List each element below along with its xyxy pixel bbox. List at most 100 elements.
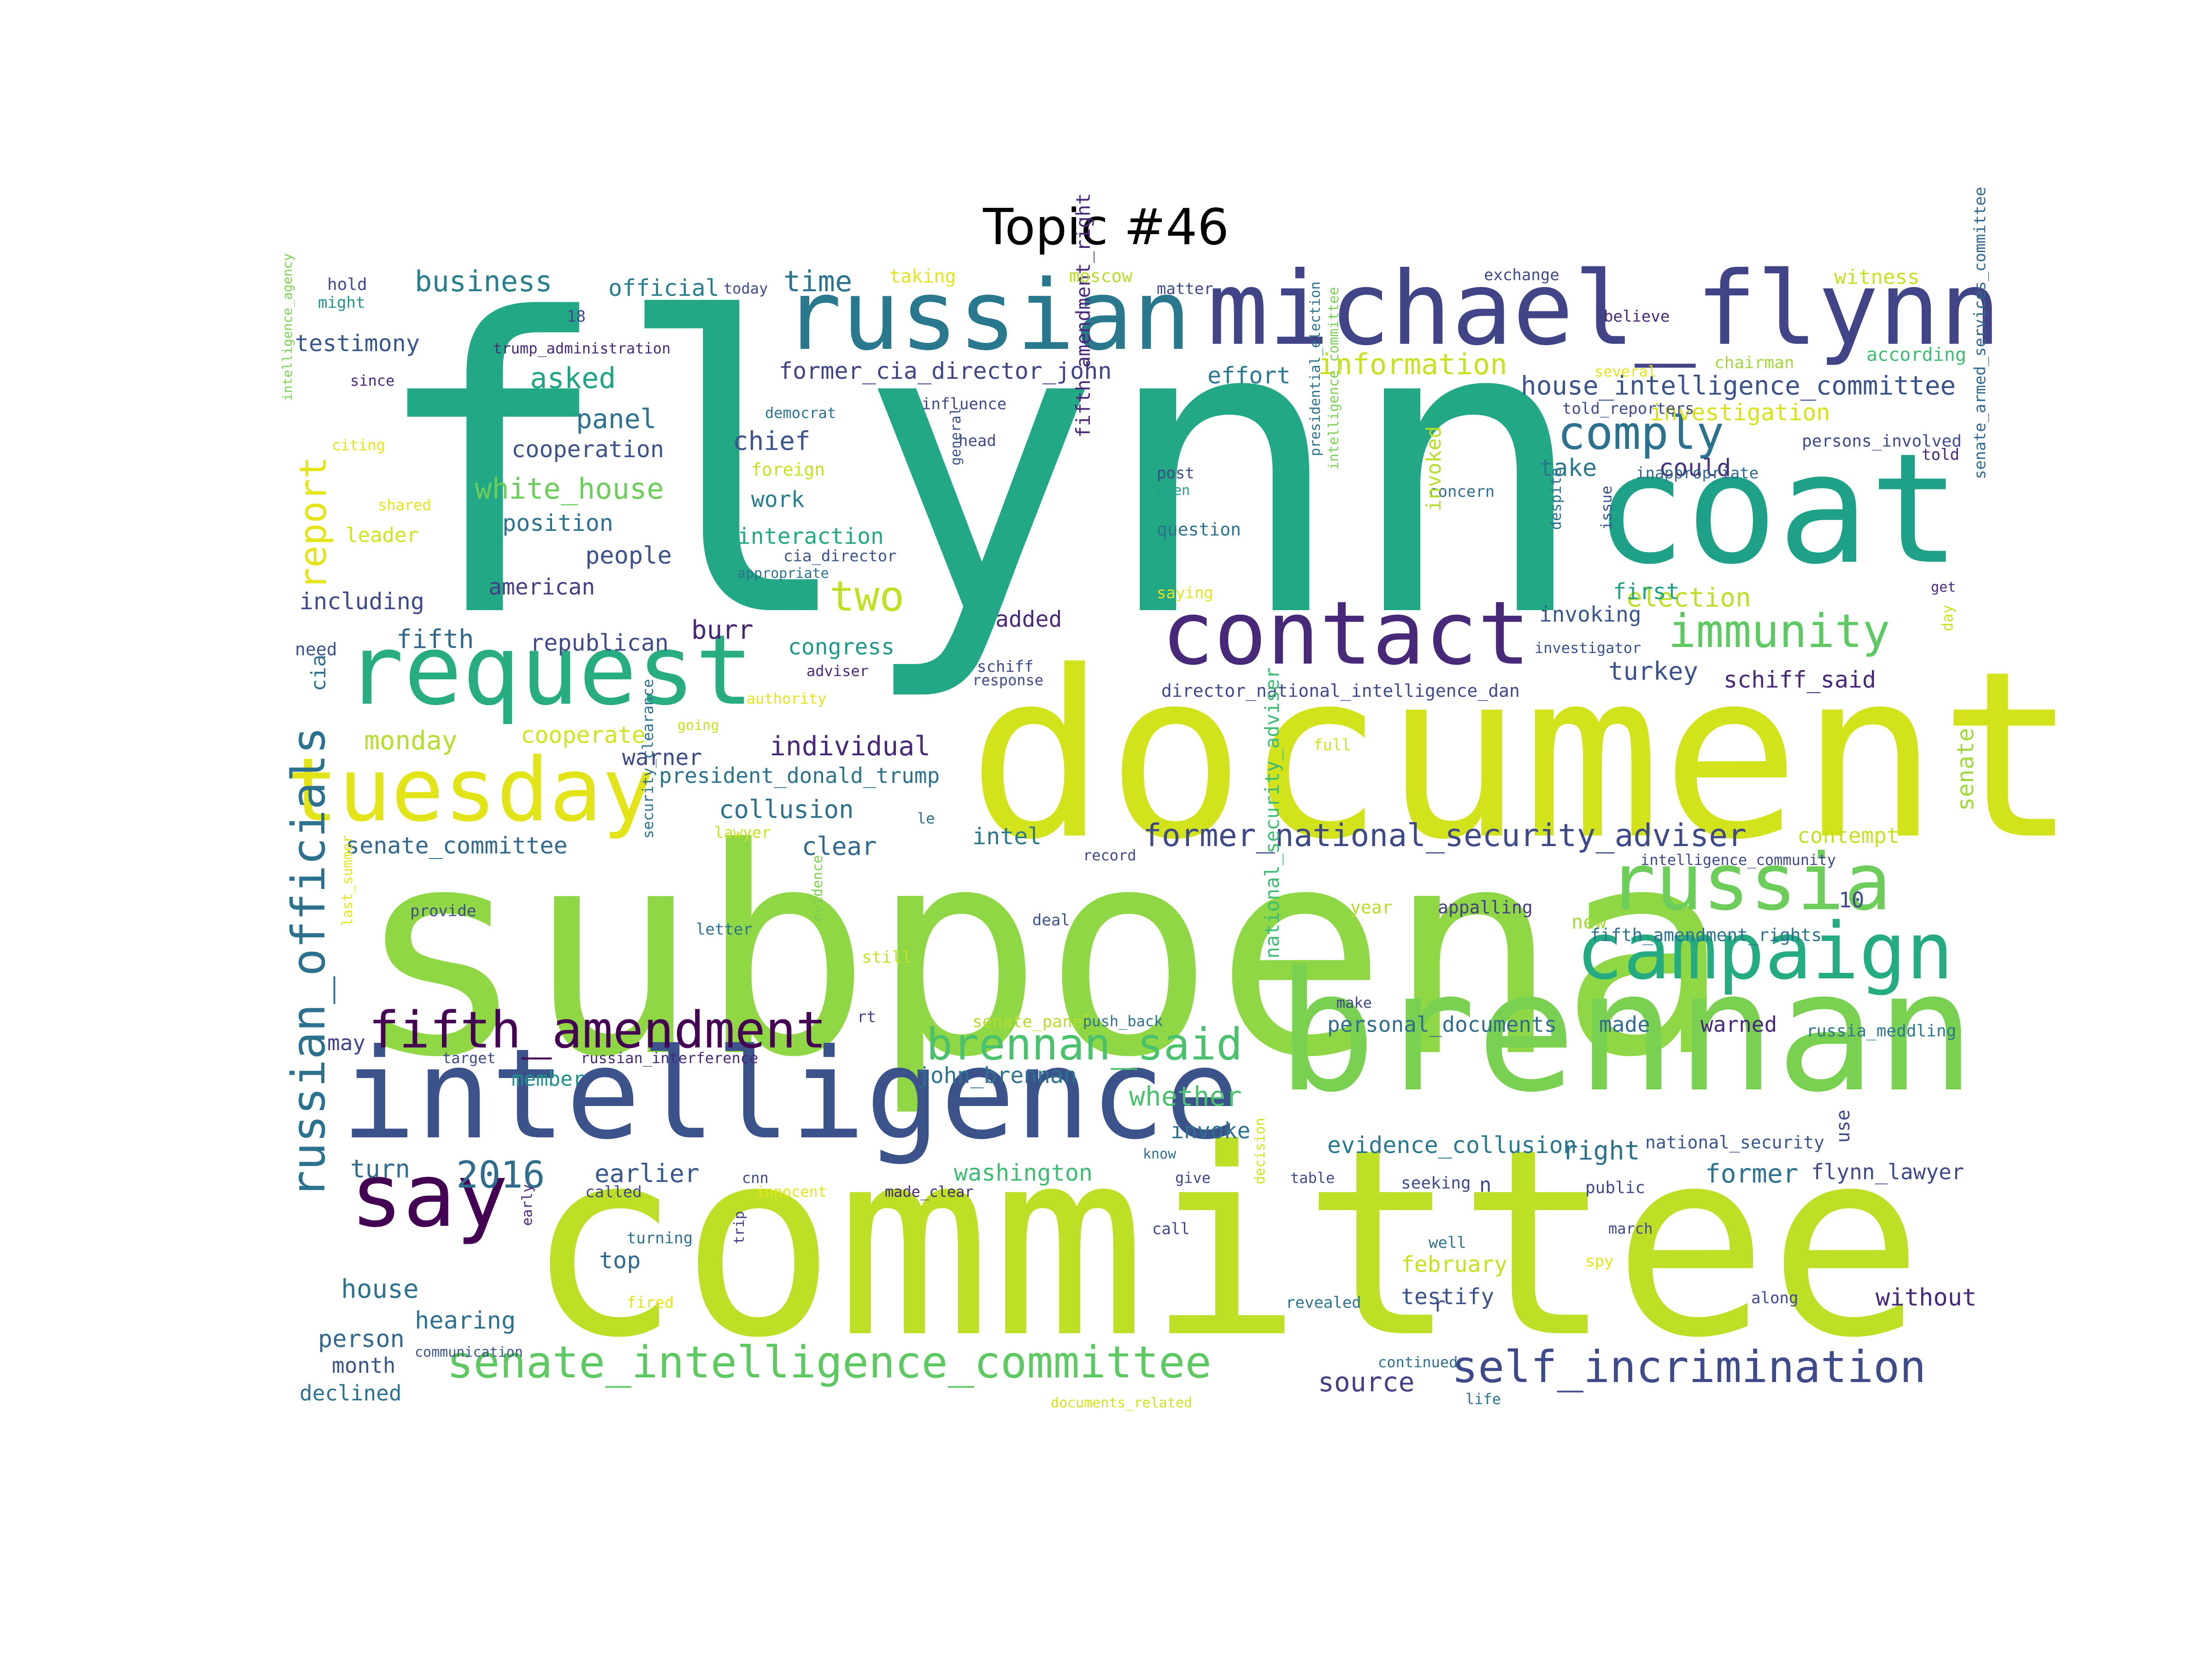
word: innocent [756, 1183, 827, 1200]
word: right [1562, 1136, 1640, 1166]
word: turn [350, 1154, 411, 1183]
word: documents_related [1051, 1395, 1193, 1411]
word: flynn_lawyer [1811, 1159, 1965, 1184]
word: presidential_election [1307, 281, 1324, 456]
word: shared [378, 496, 431, 514]
word: russian_interference [581, 1049, 759, 1067]
word: contact [1161, 582, 1530, 684]
word: full [1313, 736, 1351, 754]
word: hold [327, 275, 367, 294]
word: evidence [810, 855, 826, 922]
word: monday [364, 726, 458, 756]
word: le [917, 810, 935, 827]
word: since [350, 372, 395, 389]
word: trip [731, 1211, 747, 1244]
word: exchange [1484, 266, 1559, 284]
word: believe [1604, 307, 1670, 326]
word: 10 [1839, 888, 1865, 912]
word: turning [627, 1229, 693, 1247]
word: trump_administration [493, 340, 671, 357]
word: intelligence_community [1641, 851, 1836, 869]
word: director_national_intelligence_dan [1161, 681, 1520, 701]
word: told_reporters [1562, 400, 1694, 418]
word: panel [576, 403, 657, 435]
word: may [327, 1030, 366, 1055]
word: individual [770, 730, 931, 762]
word: might [318, 294, 365, 312]
word: house [341, 1274, 419, 1304]
word: february [1401, 1252, 1508, 1277]
word: appropriate [737, 565, 829, 582]
word: time [783, 265, 853, 298]
word: burr [691, 615, 753, 645]
word: fifth [396, 624, 474, 654]
word: contempt [1797, 823, 1900, 848]
word: senate_armed_services_committee [1971, 187, 1989, 479]
word: immunity [1668, 604, 1890, 658]
word: senate_committee [346, 832, 568, 859]
word: intelligence_agency [280, 253, 295, 401]
word: effort [1207, 362, 1291, 389]
word: john_brennan [917, 1063, 1077, 1088]
word: fifth_amendment [369, 1000, 827, 1059]
word: authority [747, 690, 827, 707]
word: going [677, 718, 719, 734]
word: general [948, 407, 964, 465]
word: foreign [751, 459, 825, 480]
word: even [1157, 482, 1190, 499]
word: national_security_adviser [1261, 667, 1283, 959]
word: business [415, 265, 553, 298]
word: told [1922, 446, 1959, 464]
word: russian_officials [282, 726, 335, 1199]
word: along [1751, 1289, 1799, 1307]
word: chief [733, 426, 811, 456]
word: last_summer [340, 835, 356, 926]
word: well [1429, 1234, 1466, 1252]
word: hearing [415, 1307, 516, 1335]
word: person [318, 1325, 405, 1353]
word: first [1613, 579, 1680, 605]
word: adviser [806, 662, 869, 680]
word: head [959, 432, 996, 450]
word: president_donald_trump [659, 763, 940, 788]
word: people [585, 542, 672, 570]
word: several [1594, 363, 1657, 380]
word: intel [972, 823, 1042, 850]
word: matter [1157, 280, 1213, 298]
word: source [1318, 1366, 1415, 1398]
word: today [724, 280, 768, 297]
word: fifth_amendment_rights [1590, 925, 1822, 945]
word: congress [788, 634, 895, 660]
word: record [1083, 847, 1136, 864]
word: position [502, 510, 613, 536]
word: issue [1598, 485, 1615, 530]
word: made_clear [885, 1183, 974, 1200]
word: appalling [1438, 897, 1533, 918]
word: fired [627, 1294, 674, 1312]
word: influence [922, 395, 1007, 413]
word: declined [300, 1381, 402, 1406]
word: fifth_amendment_right [1072, 193, 1094, 438]
word: lawyer [714, 824, 771, 842]
word: despite [1547, 468, 1565, 530]
word: continued [1378, 1353, 1458, 1371]
word: cia_director [783, 547, 897, 565]
word: decision [1252, 1118, 1268, 1185]
word: according [1866, 344, 1966, 365]
word: month [332, 1353, 396, 1378]
word: taking [889, 266, 956, 287]
word: provide [410, 902, 477, 920]
word: citing [332, 436, 385, 454]
word: top [599, 1247, 641, 1274]
word: early [519, 1184, 535, 1226]
word: 18 [567, 307, 586, 326]
word: senate [1952, 728, 1979, 811]
word: inappropriate [1636, 464, 1759, 482]
word: life [1465, 1390, 1501, 1408]
word: self_incrimination [1452, 1342, 1926, 1393]
word: r [1433, 1293, 1446, 1317]
word: revealed [1286, 1294, 1361, 1312]
word: national_security [1645, 1132, 1824, 1153]
word: two [830, 572, 905, 621]
word: table [1290, 1169, 1335, 1187]
